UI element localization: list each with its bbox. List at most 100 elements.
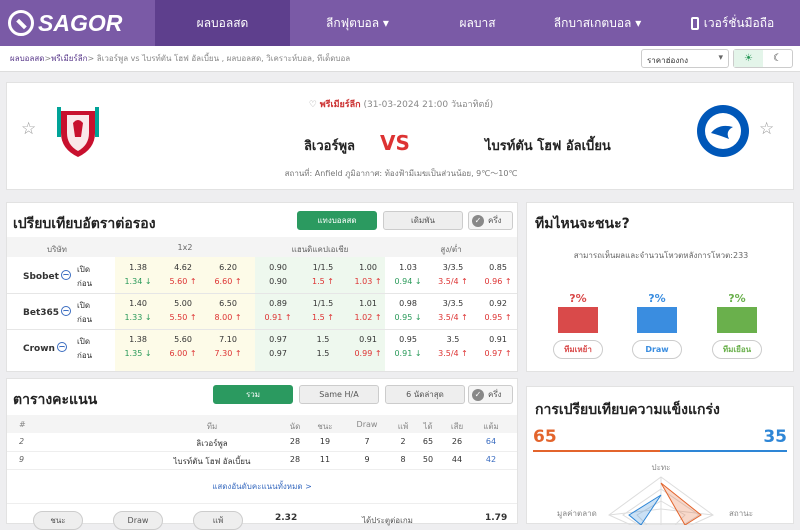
nav-basketball-leagues[interactable]: ลีกบาสเกตบอล ▾	[530, 0, 665, 46]
odds-cell[interactable]: 3/3.5	[432, 299, 474, 308]
odds-cell[interactable]: 1.38	[117, 335, 159, 344]
tab-live-betting[interactable]: แทงบอลสด	[297, 211, 377, 230]
odds-cell[interactable]: 6.20	[207, 263, 249, 272]
bookmaker-name[interactable]: Bet365	[23, 306, 72, 318]
odds-cell[interactable]: 1.01	[347, 299, 389, 308]
odds-cell[interactable]: 0.91 ↑	[257, 313, 299, 322]
favorite-away-star-icon[interactable]: ☆	[759, 119, 774, 139]
half-time-toggle[interactable]: ✓ ครึ่ง	[468, 211, 513, 230]
odds-cell[interactable]: 3.5/4 ↑	[432, 313, 474, 322]
top-nav: SAGOR ผลบอลสด ลีกฟุตบอล ▾ ผลบาส ลีกบาสเก…	[0, 0, 800, 46]
odds-cell[interactable]: 1.34 ↓	[117, 277, 159, 286]
odds-cell[interactable]: 1.00	[347, 263, 389, 272]
vote-draw-button[interactable]: Draw	[632, 340, 682, 359]
odds-cell[interactable]: 0.98	[387, 299, 429, 308]
nav-live-scores[interactable]: ผลบอลสด	[155, 0, 290, 46]
odds-cell[interactable]: 0.90	[257, 263, 299, 272]
draw-vote-pct: ?%	[648, 292, 666, 305]
breadcrumb-home[interactable]: ผลบอลสด	[10, 52, 44, 65]
tab-same-ha[interactable]: Same H/A	[299, 385, 379, 404]
odds-cell[interactable]: 1.5 ↑	[302, 277, 344, 286]
odds-cell[interactable]: 1.40	[117, 299, 159, 308]
team-name-cell[interactable]: ไบรท์ตัน โฮฟ อัลเบี้ยน	[157, 455, 267, 468]
odds-cell[interactable]: 1/1.5	[302, 263, 344, 272]
odds-cell[interactable]: 5.60	[162, 335, 204, 344]
odds-cell[interactable]: 4.62	[162, 263, 204, 272]
odds-cell[interactable]: 6.60 ↑	[207, 277, 249, 286]
nav-mobile-version[interactable]: เวอร์ชั่นมือถือ	[665, 0, 800, 46]
bookmaker-name[interactable]: Sbobet	[23, 270, 71, 282]
breadcrumb-league[interactable]: พรีเมียร์ลีก	[51, 52, 87, 65]
favorite-home-star-icon[interactable]: ☆	[21, 119, 36, 139]
odds-cell[interactable]: 1.03	[387, 263, 429, 272]
sagor-logo[interactable]: SAGOR	[0, 0, 155, 46]
odds-cell[interactable]: 1.5	[302, 349, 344, 358]
tab-overall[interactable]: รวม	[213, 385, 293, 404]
home-strength-bar	[533, 450, 660, 452]
standings-half-toggle[interactable]: ✓ ครึ่ง	[468, 385, 513, 404]
stat-loss-pill[interactable]: แพ้	[193, 511, 243, 530]
odds-cell[interactable]: 0.99 ↑	[347, 349, 389, 358]
odds-cell[interactable]: 6.50	[207, 299, 249, 308]
odds-cell[interactable]: 0.91 ↓	[387, 349, 429, 358]
odds-cell[interactable]: 1.5 ↑	[302, 313, 344, 322]
stat-draw-pill[interactable]: Draw	[113, 511, 163, 530]
nav-football-leagues[interactable]: ลีกฟุตบอล ▾	[290, 0, 425, 46]
stat-value-1: 2.32	[275, 513, 298, 523]
odds-cell[interactable]: 8.00 ↑	[207, 313, 249, 322]
odds-cell[interactable]: 0.90	[257, 277, 299, 286]
odds-cell[interactable]: 0.95	[387, 335, 429, 344]
league-link[interactable]: พรีเมียร์ลีก	[320, 100, 361, 110]
odds-cell[interactable]: 0.97	[257, 349, 299, 358]
bookmaker-name[interactable]: Crown	[23, 342, 67, 354]
nav-basketball-scores[interactable]: ผลบาส	[425, 0, 530, 46]
sun-icon[interactable]: ☀	[734, 50, 763, 67]
table-cell: 2	[19, 437, 25, 446]
odds-cell[interactable]: 0.95 ↓	[387, 313, 429, 322]
away-team-name[interactable]: ไบรท์ตัน โฮฟ อัลเบี้ยน	[485, 135, 611, 156]
team-name-cell[interactable]: ลิเวอร์พูล	[157, 437, 267, 450]
odds-cell[interactable]: 1.33 ↓	[117, 313, 159, 322]
odds-cell[interactable]: 7.10	[207, 335, 249, 344]
odds-cell[interactable]: 0.95 ↑	[477, 313, 519, 322]
odds-cell[interactable]: 5.50 ↑	[162, 313, 204, 322]
odds-cell[interactable]: 5.00	[162, 299, 204, 308]
tab-wager[interactable]: เดิมพัน	[383, 211, 463, 230]
odds-cell[interactable]: 1.5	[302, 335, 344, 344]
row-label-open: เปิด	[77, 337, 91, 346]
odds-cell[interactable]: 3.5/4 ↑	[432, 277, 474, 286]
odds-cell[interactable]: 3.5	[432, 335, 474, 344]
odds-cell[interactable]: 7.30 ↑	[207, 349, 249, 358]
odds-cell[interactable]: 0.97 ↑	[477, 349, 519, 358]
odds-cell[interactable]: 0.96 ↑	[477, 277, 519, 286]
odds-cell[interactable]: 0.97	[257, 335, 299, 344]
odds-cell[interactable]: 0.91	[477, 335, 519, 344]
odds-cell[interactable]: 0.85	[477, 263, 519, 272]
odds-cell[interactable]: 1.38	[117, 263, 159, 272]
odds-cell[interactable]: 1.35 ↓	[117, 349, 159, 358]
odds-region-select[interactable]: ราคาฮ่องกง	[641, 49, 729, 68]
vote-home-button[interactable]: ทีมเหย้า	[553, 340, 603, 359]
compare-chart-icon[interactable]	[61, 306, 72, 316]
odds-cell[interactable]: 0.92	[477, 299, 519, 308]
compare-chart-icon[interactable]	[56, 342, 67, 352]
compare-chart-icon[interactable]	[60, 270, 71, 280]
odds-cell[interactable]: 1/1.5	[302, 299, 344, 308]
show-all-standings-link[interactable]: แสดงอันดับคะแนนทั้งหมด >	[7, 480, 517, 493]
odds-cell[interactable]: 0.91	[347, 335, 389, 344]
tab-last-6[interactable]: 6 นัดล่าสุด	[385, 385, 465, 404]
stat-win-pill[interactable]: ชนะ	[33, 511, 83, 530]
odds-cell[interactable]: 1.02 ↑	[347, 313, 389, 322]
moon-icon[interactable]: ☾	[763, 50, 792, 67]
odds-cell[interactable]: 3/3.5	[432, 263, 474, 272]
odds-cell[interactable]: 1.03 ↑	[347, 277, 389, 286]
odds-cell[interactable]: 3.5/4 ↑	[432, 349, 474, 358]
odds-cell[interactable]: 0.89	[257, 299, 299, 308]
odds-cell[interactable]: 0.94 ↓	[387, 277, 429, 286]
theme-toggle[interactable]: ☀ ☾	[733, 49, 793, 68]
home-team-name[interactable]: ลิเวอร์พูล	[235, 135, 355, 156]
odds-cell[interactable]: 5.60 ↑	[162, 277, 204, 286]
odds-cell[interactable]: 6.00 ↑	[162, 349, 204, 358]
col-win: ชนะ	[317, 422, 333, 431]
vote-away-button[interactable]: ทีมเยือน	[712, 340, 762, 359]
